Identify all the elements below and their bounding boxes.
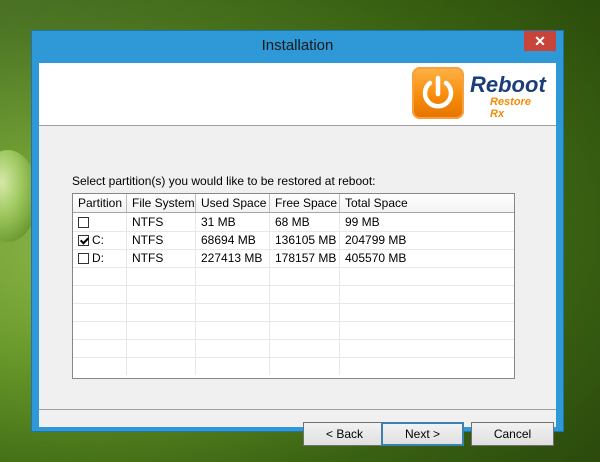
- partition-name: C:: [92, 233, 104, 247]
- table-row[interactable]: D: NTFS 227413 MB 178157 MB 405570 MB: [73, 249, 514, 268]
- next-button[interactable]: Next >: [381, 422, 464, 446]
- back-button[interactable]: < Back: [303, 422, 386, 446]
- column-header-free-space[interactable]: Free Space: [270, 194, 340, 212]
- table-row[interactable]: C: NTFS 68694 MB 136105 MB 204799 MB: [73, 231, 514, 250]
- empty-row: [73, 303, 514, 322]
- power-icon: [412, 67, 464, 119]
- cancel-button[interactable]: Cancel: [471, 422, 554, 446]
- column-header-total-space[interactable]: Total Space: [340, 194, 514, 212]
- reboot-restore-logo: Reboot Restore Rx: [412, 67, 546, 121]
- empty-row: [73, 267, 514, 286]
- partition-checkbox[interactable]: [78, 253, 89, 264]
- partition-checkbox[interactable]: [78, 235, 89, 246]
- free-space-cell: 178157 MB: [270, 249, 340, 267]
- column-header-file-system[interactable]: File System: [127, 194, 196, 212]
- partition-table: Partition File System Used Space Free Sp…: [72, 193, 515, 379]
- window-title: Installation: [261, 37, 334, 54]
- logo-subtitle: Restore Rx: [490, 96, 531, 120]
- free-space-cell: 68 MB: [270, 213, 340, 231]
- table-header: Partition File System Used Space Free Sp…: [73, 194, 514, 213]
- partition-checkbox[interactable]: [78, 217, 89, 228]
- free-space-cell: 136105 MB: [270, 231, 340, 249]
- partition-name: D:: [92, 251, 104, 265]
- empty-row: [73, 339, 514, 358]
- dialog-header: Reboot Restore Rx: [39, 63, 556, 126]
- total-space-cell: 204799 MB: [345, 233, 407, 247]
- used-space-cell: 68694 MB: [196, 231, 270, 249]
- button-separator: [39, 409, 556, 410]
- file-system-cell: NTFS: [127, 213, 196, 231]
- file-system-cell: NTFS: [127, 231, 196, 249]
- close-button[interactable]: ✕: [524, 31, 556, 51]
- dialog-client: Reboot Restore Rx Select partition(s) yo…: [39, 63, 556, 446]
- table-row[interactable]: NTFS 31 MB 68 MB 99 MB: [73, 213, 514, 232]
- column-header-used-space[interactable]: Used Space: [196, 194, 270, 212]
- title-bar[interactable]: Installation ✕: [32, 31, 563, 61]
- empty-row: [73, 357, 514, 375]
- total-space-cell: 405570 MB: [345, 251, 407, 265]
- instruction-text: Select partition(s) you would like to be…: [72, 174, 376, 188]
- empty-row: [73, 285, 514, 304]
- installation-window: Installation ✕ Reboot Restore Rx Select …: [31, 30, 564, 446]
- used-space-cell: 31 MB: [196, 213, 270, 231]
- logo-name: Reboot: [470, 72, 546, 97]
- total-space-cell: 99 MB: [345, 215, 380, 229]
- empty-row: [73, 321, 514, 340]
- column-header-partition[interactable]: Partition: [73, 194, 127, 212]
- file-system-cell: NTFS: [127, 249, 196, 267]
- used-space-cell: 227413 MB: [196, 249, 270, 267]
- close-icon: ✕: [534, 33, 546, 49]
